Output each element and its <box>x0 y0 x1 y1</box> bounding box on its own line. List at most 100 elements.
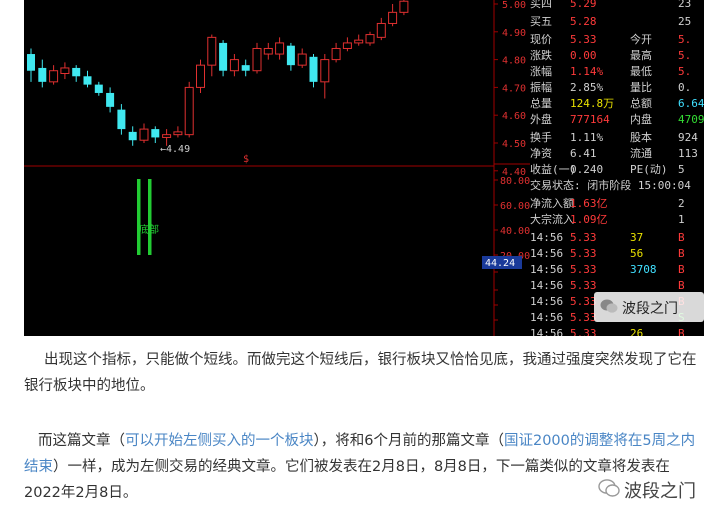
quote-cell: 5.33 <box>570 231 597 244</box>
indicator-label: 底部 <box>139 223 159 236</box>
candle-body <box>38 67 47 82</box>
quote-row: 振幅 2.85% 量比 0. <box>530 80 704 96</box>
quote-cell: 涨跌 <box>530 49 552 62</box>
candle-body <box>151 129 160 138</box>
price-tick-label: 4.70 <box>502 83 526 94</box>
quote-cell: 换手 <box>530 131 552 144</box>
quote-cell: 5.33 <box>570 33 597 46</box>
quote-row: 买四 5.29 23 <box>530 0 704 12</box>
quote-cell: 净流入额 <box>530 197 574 210</box>
price-tick-label: 5.00 <box>502 0 526 11</box>
candle-body <box>275 42 285 55</box>
quote-cell: 5 <box>678 163 685 176</box>
quote-cell: 5. <box>678 49 692 62</box>
page-watermark: 波段之门 <box>596 470 720 506</box>
quote-cell: 6.41 <box>570 147 597 160</box>
quote-cell: 1.09亿 <box>570 213 608 226</box>
candle-body <box>139 128 149 141</box>
price-tick-label: 4.90 <box>502 28 526 39</box>
indicator-tick-label: 60.00 <box>500 201 530 212</box>
candle-body <box>388 11 398 24</box>
candle-body <box>60 67 70 75</box>
quote-row: 14:56 5.33 26 B <box>530 326 704 336</box>
candle-body <box>286 45 295 66</box>
quote-cell: 777164 <box>570 113 610 126</box>
quote-cell: 5.33 <box>570 263 597 276</box>
candle-body <box>128 131 137 141</box>
quote-cell: 现价 <box>530 33 552 46</box>
quote-row: 收益(一) 0.240 PE(动) 5 <box>530 162 704 178</box>
quote-cell: B <box>678 263 685 276</box>
quote-cell: 14:56 <box>530 247 564 260</box>
candle-body <box>184 86 194 136</box>
quote-cell: 股本 <box>630 131 652 144</box>
low-price-label: ←4.49 <box>160 144 190 155</box>
article-text: ）一样，成为左侧交易的经典文章。它们被发表在2月8日，8月8日，下一篇类似的文章… <box>24 459 670 501</box>
quote-cell: 14:56 <box>530 279 564 292</box>
candle-body <box>342 42 352 49</box>
candle-body <box>83 76 92 85</box>
wechat-icon <box>598 478 620 498</box>
article-text: 而这篇文章（ <box>38 433 125 449</box>
quote-cell: 14:56 <box>530 311 564 324</box>
candle-body <box>106 92 115 107</box>
quote-row: 14:56 5.33 3708 B <box>530 262 704 278</box>
quote-cell: 14:56 <box>530 327 564 336</box>
quote-cell: 23 <box>678 0 692 10</box>
quote-cell: 总额 <box>630 97 652 110</box>
quote-cell: 4709 <box>678 113 704 126</box>
candle-body <box>263 47 273 55</box>
page-watermark-text: 波段之门 <box>624 481 696 502</box>
candle-body <box>252 47 262 72</box>
quote-cell: 交易状态: 闭市阶段 15:00:04 <box>530 179 691 192</box>
quote-cell: 买四 <box>530 0 552 10</box>
quote-cell: 5.33 <box>570 247 597 260</box>
quote-cell: 净资 <box>530 147 552 160</box>
quote-cell: 25 <box>678 15 692 28</box>
quote-cell: 5.33 <box>570 295 597 308</box>
indicator-tick-label: 80.00 <box>500 176 530 187</box>
quote-cell: 流通 <box>630 147 652 160</box>
candle-body <box>229 59 239 72</box>
chart-watermark: 波段之门 <box>594 292 704 322</box>
quote-cell: 买五 <box>530 15 552 28</box>
cursor-value-label: 44.24 <box>485 258 515 269</box>
quote-row: 现价 5.33 今开 5. <box>530 32 704 48</box>
quote-cell: 5.33 <box>570 279 597 292</box>
quote-cell: 外盘 <box>530 113 552 126</box>
quote-cell: 1.63亿 <box>570 197 608 210</box>
quote-cell: 大宗流入 <box>530 213 574 226</box>
quote-row: 买五 5.28 25 <box>530 14 704 30</box>
price-tick-label: 4.80 <box>502 56 526 67</box>
candle-body <box>207 36 217 66</box>
quote-cell: 5.33 <box>570 327 597 336</box>
quote-cell: 内盘 <box>630 113 652 126</box>
candle-body <box>320 59 330 83</box>
wechat-icon <box>600 298 618 314</box>
price-tick-label: 4.50 <box>502 139 526 150</box>
quote-cell: 振幅 <box>530 81 552 94</box>
quote-cell: 总量 <box>530 97 552 110</box>
quote-row: 大宗流入 1.09亿 1 <box>530 212 704 228</box>
quote-cell: 涨幅 <box>530 65 552 78</box>
quote-cell: 14:56 <box>530 231 564 244</box>
quote-cell: 3708 <box>630 263 657 276</box>
article-link[interactable]: 可以开始左侧买入的一个板块 <box>125 433 314 449</box>
quote-cell: 5. <box>678 65 692 78</box>
quote-row: 总量 124.8万 总额 6.64 <box>530 96 704 112</box>
quote-row: 14:56 5.33 37 B <box>530 230 704 246</box>
quote-cell: 37 <box>630 231 644 244</box>
quote-cell: 5.33 <box>570 311 597 324</box>
candle-body <box>94 84 103 93</box>
candle-body <box>354 39 364 44</box>
article-paragraph-1: 出现这个指标，只能做个短线。而做完这个短线后，银行板块又恰恰见底，我通过强度突然… <box>24 347 704 399</box>
quote-cell: 0.00 <box>570 49 597 62</box>
indicator-bar <box>137 179 141 255</box>
quote-cell: 26 <box>630 327 644 336</box>
quote-cell: 5. <box>678 33 692 46</box>
quote-table: 买四 5.29 23 买五 5.28 25 现价 5.33 今开 5. 涨跌 0.00 最高 5. 涨幅 1.… <box>530 0 704 336</box>
candle-body <box>297 53 307 66</box>
quote-cell: 最低 <box>630 65 652 78</box>
candle-body <box>117 109 126 130</box>
quote-cell: B <box>678 327 685 336</box>
